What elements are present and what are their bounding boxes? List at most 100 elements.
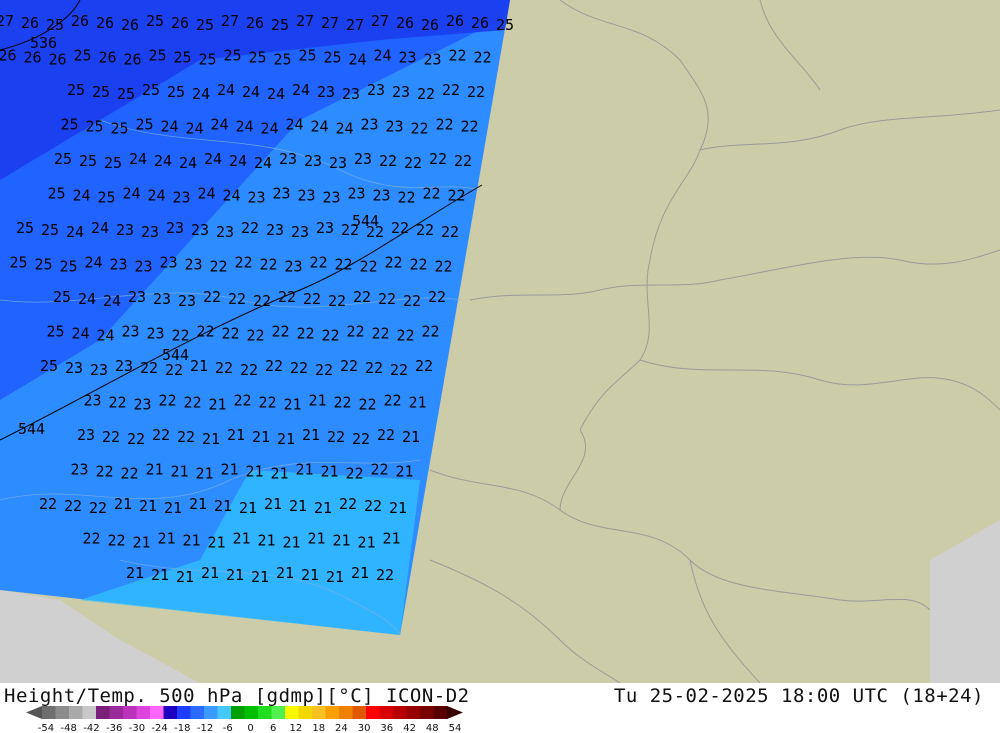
temperature-label: 22: [259, 394, 277, 412]
legend-swatch: [352, 706, 367, 719]
temperature-label: 22: [127, 430, 145, 448]
temperature-label: 22: [235, 254, 253, 272]
legend-tick-label: -36: [106, 723, 122, 733]
legend-swatch: [366, 706, 380, 719]
temperature-label: 23: [185, 256, 203, 274]
temperature-label: 22: [376, 566, 394, 584]
temperature-label: 23: [424, 51, 442, 69]
temperature-label: 22: [322, 327, 340, 345]
temperature-label: 21: [226, 566, 244, 584]
temperature-label: 24: [217, 81, 235, 99]
legend-swatch: [339, 706, 353, 719]
temperature-label: 24: [129, 150, 147, 168]
temperature-label: 22: [328, 292, 346, 310]
temperature-label: 22: [417, 85, 435, 103]
temperature-label: 21: [239, 499, 257, 517]
temperature-label: 25: [196, 16, 214, 34]
temperature-label: 22: [89, 499, 107, 517]
temperature-label: 21: [289, 497, 307, 515]
temperature-label: 22: [177, 428, 195, 446]
temperature-label: 23: [110, 256, 128, 274]
temperature-label: 21: [126, 564, 144, 582]
temperature-label: 22: [184, 394, 202, 412]
legend-tick-label: 36: [380, 723, 393, 733]
temperature-label: 23: [122, 323, 140, 341]
temperature-label: 22: [416, 221, 434, 239]
temperature-label: 26: [446, 12, 464, 30]
temperature-label: 27: [221, 12, 239, 30]
temperature-label: 23: [285, 258, 303, 276]
legend-tick-label: -6: [223, 723, 233, 733]
temperature-label: 22: [359, 396, 377, 414]
temperature-label: 25: [46, 16, 64, 34]
legend-tick-label: 54: [449, 723, 462, 733]
temperature-label: 23: [116, 221, 134, 239]
temperature-label: 23: [248, 189, 266, 207]
temperature-label: 21: [283, 534, 301, 552]
temperature-label: 22: [364, 497, 382, 515]
map-title: Height/Temp. 500 hPa [gdmp][°C] ICON-D2: [4, 685, 470, 707]
color-legend: -54 -48 -42 -36 -30 -24 -18 -12 -6 0 6 12 18 24 30 36 42…: [26, 706, 463, 733]
temperature-label: 25: [98, 189, 116, 207]
temperature-label: 25: [274, 51, 292, 69]
temperature-label: 24: [267, 85, 285, 103]
temperature-label: 25: [271, 16, 289, 34]
temperature-label: 21: [333, 532, 351, 550]
legend-tick-label: 6: [270, 723, 276, 733]
temperature-label: 23: [317, 83, 335, 101]
temperature-label: 26: [24, 49, 42, 67]
temperature-label: 22: [422, 323, 440, 341]
legend-swatch: [217, 706, 232, 719]
temperature-label: 21: [409, 394, 427, 412]
temperature-label: 21: [309, 392, 327, 410]
temperature-label: 22: [436, 116, 454, 134]
temperature-label: 24: [73, 187, 91, 205]
temperature-label: 21: [277, 430, 295, 448]
temperature-label: 23: [348, 185, 366, 203]
temperature-label: 24: [311, 118, 329, 136]
temperature-label: 24: [198, 185, 216, 203]
temperature-label: 22: [152, 426, 170, 444]
temperature-label: 22: [222, 325, 240, 343]
temperature-label: 25: [299, 47, 317, 65]
temperature-label: 26: [171, 14, 189, 32]
temperature-label: 21: [296, 461, 314, 479]
isoline-label: 544: [18, 420, 45, 438]
temperature-label: 22: [366, 223, 384, 241]
temperature-label: 22: [441, 223, 459, 241]
temperature-label: 22: [228, 290, 246, 308]
temperature-label: 21: [209, 396, 227, 414]
temperature-label: 21: [171, 463, 189, 481]
temperature-label: 21: [221, 461, 239, 479]
temperature-label: 21: [158, 530, 176, 548]
temperature-label: 21: [190, 357, 208, 375]
temperature-label: 25: [61, 116, 79, 134]
temperature-label: 24: [148, 187, 166, 205]
temperature-label: 25: [136, 116, 154, 134]
temperature-label: 23: [392, 83, 410, 101]
temperature-label: 24: [374, 47, 392, 65]
temperature-label: 22: [260, 256, 278, 274]
temperature-label: 21: [214, 497, 232, 515]
temperature-label: 22: [448, 187, 466, 205]
temperature-label: 24: [242, 83, 260, 101]
temperature-label: 22: [327, 428, 345, 446]
temperature-label: 21: [164, 499, 182, 517]
temperature-label: 22: [303, 290, 321, 308]
temperature-label: 22: [272, 323, 290, 341]
temperature-label: 22: [341, 221, 359, 239]
temperature-label: 22: [411, 120, 429, 138]
temperature-label: 22: [165, 361, 183, 379]
legend-swatch: [393, 706, 407, 719]
legend-swatch: [190, 706, 205, 719]
temperature-label: 23: [399, 49, 417, 67]
temperature-label: 22: [397, 327, 415, 345]
temperature-label: 26: [421, 16, 439, 34]
temperature-label: 21: [139, 497, 157, 515]
temperature-label: 22: [360, 258, 378, 276]
temperature-label: 22: [371, 461, 389, 479]
legend-swatch: [312, 706, 326, 719]
weather-map: 536 544 544 544 27 26 25 26 26 26 25 26 25 27 26 25…: [0, 0, 1000, 684]
temperature-label: 23: [316, 219, 334, 237]
temperature-label: 24: [179, 154, 197, 172]
